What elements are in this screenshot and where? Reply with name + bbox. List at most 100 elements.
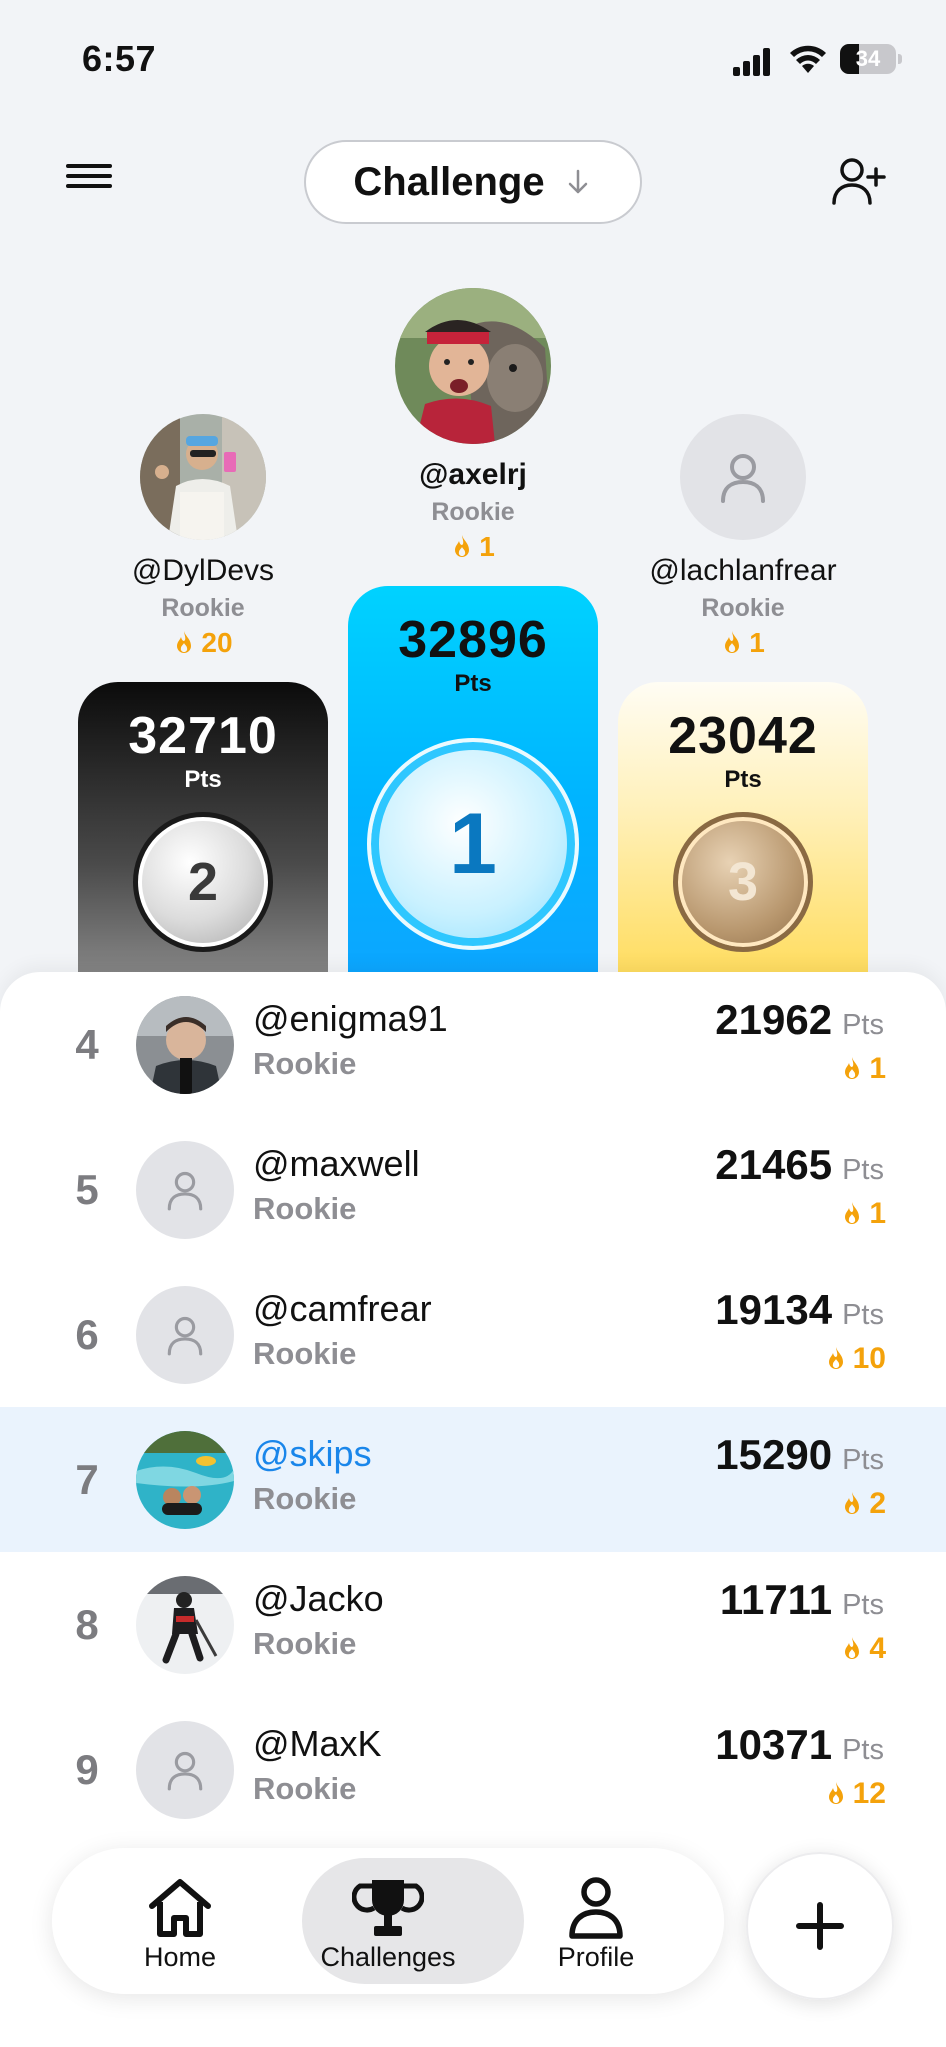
row-rank-label: Rookie	[253, 1191, 357, 1226]
podium-user-first[interactable]: @axelrj Rookie 1	[348, 288, 598, 566]
leaderboard-row[interactable]: 5 @maxwell Rookie 21465 Pts 1	[0, 1117, 946, 1262]
streak-badge: 12	[825, 1777, 886, 1811]
row-rank-label: Rookie	[253, 1336, 357, 1371]
flame-icon	[845, 1202, 860, 1224]
row-score: 15290 Pts	[715, 1431, 884, 1479]
row-rank: 7	[75, 1455, 99, 1503]
podium-rank-label: Rookie	[701, 594, 785, 622]
streak-badge: 2	[841, 1487, 886, 1521]
streak-count: 1	[869, 1052, 886, 1085]
row-rank: 4	[75, 1020, 99, 1068]
flame-icon	[177, 631, 192, 653]
battery-icon: 34	[840, 44, 896, 74]
score-value: 11711	[719, 1576, 833, 1623]
avatar	[136, 996, 234, 1094]
score-value: 21962	[715, 996, 833, 1043]
pts-label: Pts	[842, 1734, 884, 1766]
row-rank: 5	[75, 1165, 99, 1213]
avatar	[680, 414, 806, 540]
leaderboard-row[interactable]: 8 @Jacko Rookie 11711 Pts 4	[0, 1552, 946, 1697]
medal-gold: 1	[367, 738, 579, 950]
avatar	[136, 1431, 234, 1529]
row-score: 11711 Pts	[720, 1576, 884, 1624]
battery-percent: 34	[855, 46, 881, 71]
leaderboard-row[interactable]: 4 @enigma91 Rookie 21962 Pts 1	[0, 972, 946, 1117]
flame-icon	[845, 1057, 860, 1079]
pts-label: Pts	[842, 1299, 884, 1331]
avatar	[136, 1721, 234, 1819]
row-handle: @skips	[253, 1433, 372, 1474]
pts-label: Pts	[184, 766, 222, 793]
medal-bronze: 3	[673, 812, 813, 952]
leaderboard-row-current-user[interactable]: 7 @skips Rookie 15290 Pts 2	[0, 1407, 946, 1552]
podium-pillar-first: 32896 Pts 1	[348, 586, 598, 1012]
pts-label: Pts	[454, 670, 492, 697]
row-handle: @Jacko	[253, 1578, 384, 1619]
streak-badge: 1	[451, 531, 495, 563]
person-placeholder-icon	[167, 1171, 203, 1211]
row-score: 10371 Pts	[715, 1721, 884, 1769]
tab-label: Home	[143, 1942, 217, 1972]
avatar	[395, 288, 551, 444]
tab-home[interactable]: Home	[80, 1848, 280, 1994]
streak-count: 1	[869, 1197, 886, 1230]
status-bar: 6:57 34	[0, 0, 946, 120]
leaderboard-row[interactable]: 6 @camfrear Rookie 19134 Pts 10	[0, 1262, 946, 1407]
streak-count: 2	[869, 1487, 886, 1520]
podium-user-third[interactable]: @lachlanfrear Rookie 1	[618, 414, 868, 662]
row-score: 21465 Pts	[715, 1141, 884, 1189]
flame-icon	[828, 1782, 843, 1804]
podium-handle: @DylDevs	[131, 554, 275, 587]
podium-score: 32896	[398, 611, 548, 669]
challenge-dropdown[interactable]: Challenge	[304, 140, 642, 224]
wifi-icon	[790, 45, 826, 73]
streak-count: 20	[201, 627, 233, 658]
score-value: 10371	[715, 1721, 833, 1768]
podium-score: 23042	[668, 707, 818, 765]
streak-badge: 1	[841, 1052, 886, 1086]
podium-rank-label: Rookie	[431, 498, 515, 526]
score-value: 15290	[715, 1431, 833, 1478]
streak-count: 12	[852, 1777, 886, 1810]
battery-cap	[898, 54, 902, 64]
streak-badge: 10	[825, 1342, 886, 1376]
cellular-signal-icon	[733, 48, 770, 76]
streak-badge: 1	[721, 627, 765, 659]
add-friend-button[interactable]	[830, 155, 888, 209]
flame-icon	[455, 535, 470, 557]
avatar	[136, 1141, 234, 1239]
row-score: 21962 Pts	[715, 996, 884, 1044]
row-rank: 6	[75, 1310, 99, 1358]
row-handle: @MaxK	[253, 1723, 382, 1764]
avatar	[140, 414, 266, 540]
podium-pillar-second: 32710 Pts 2	[78, 682, 328, 1012]
score-value: 21465	[715, 1141, 833, 1188]
add-button[interactable]	[746, 1852, 894, 2000]
score-value: 19134	[715, 1286, 833, 1333]
tab-challenges[interactable]: Challenges	[288, 1848, 524, 1994]
streak-count: 4	[869, 1632, 886, 1665]
row-score: 19134 Pts	[715, 1286, 884, 1334]
podium-rank-label: Rookie	[161, 594, 245, 622]
pts-label: Pts	[842, 1444, 884, 1476]
row-handle: @maxwell	[253, 1143, 420, 1184]
tab-profile[interactable]: Profile	[496, 1848, 696, 1994]
row-handle: @enigma91	[253, 998, 448, 1039]
leaderboard-row[interactable]: 9 @MaxK Rookie 10371 Pts 12	[0, 1697, 946, 1842]
streak-count: 1	[479, 531, 495, 562]
podium-user-second[interactable]: @DylDevs Rookie 20	[78, 414, 328, 662]
tab-label: Profile	[557, 1942, 635, 1972]
streak-badge: 1	[841, 1197, 886, 1231]
add-friend-icon	[832, 158, 886, 205]
streak-count: 1	[749, 627, 765, 658]
row-rank: 8	[75, 1600, 99, 1648]
streak-count: 10	[852, 1342, 886, 1375]
row-rank-label: Rookie	[253, 1771, 357, 1806]
streak-badge: 20	[173, 627, 233, 659]
tab-label: Challenges	[320, 1942, 456, 1972]
hamburger-icon	[60, 164, 116, 188]
menu-button[interactable]	[60, 158, 116, 206]
podium-pillar-third: 23042 Pts 3	[618, 682, 868, 1012]
person-placeholder-icon	[721, 454, 765, 503]
avatar	[136, 1286, 234, 1384]
